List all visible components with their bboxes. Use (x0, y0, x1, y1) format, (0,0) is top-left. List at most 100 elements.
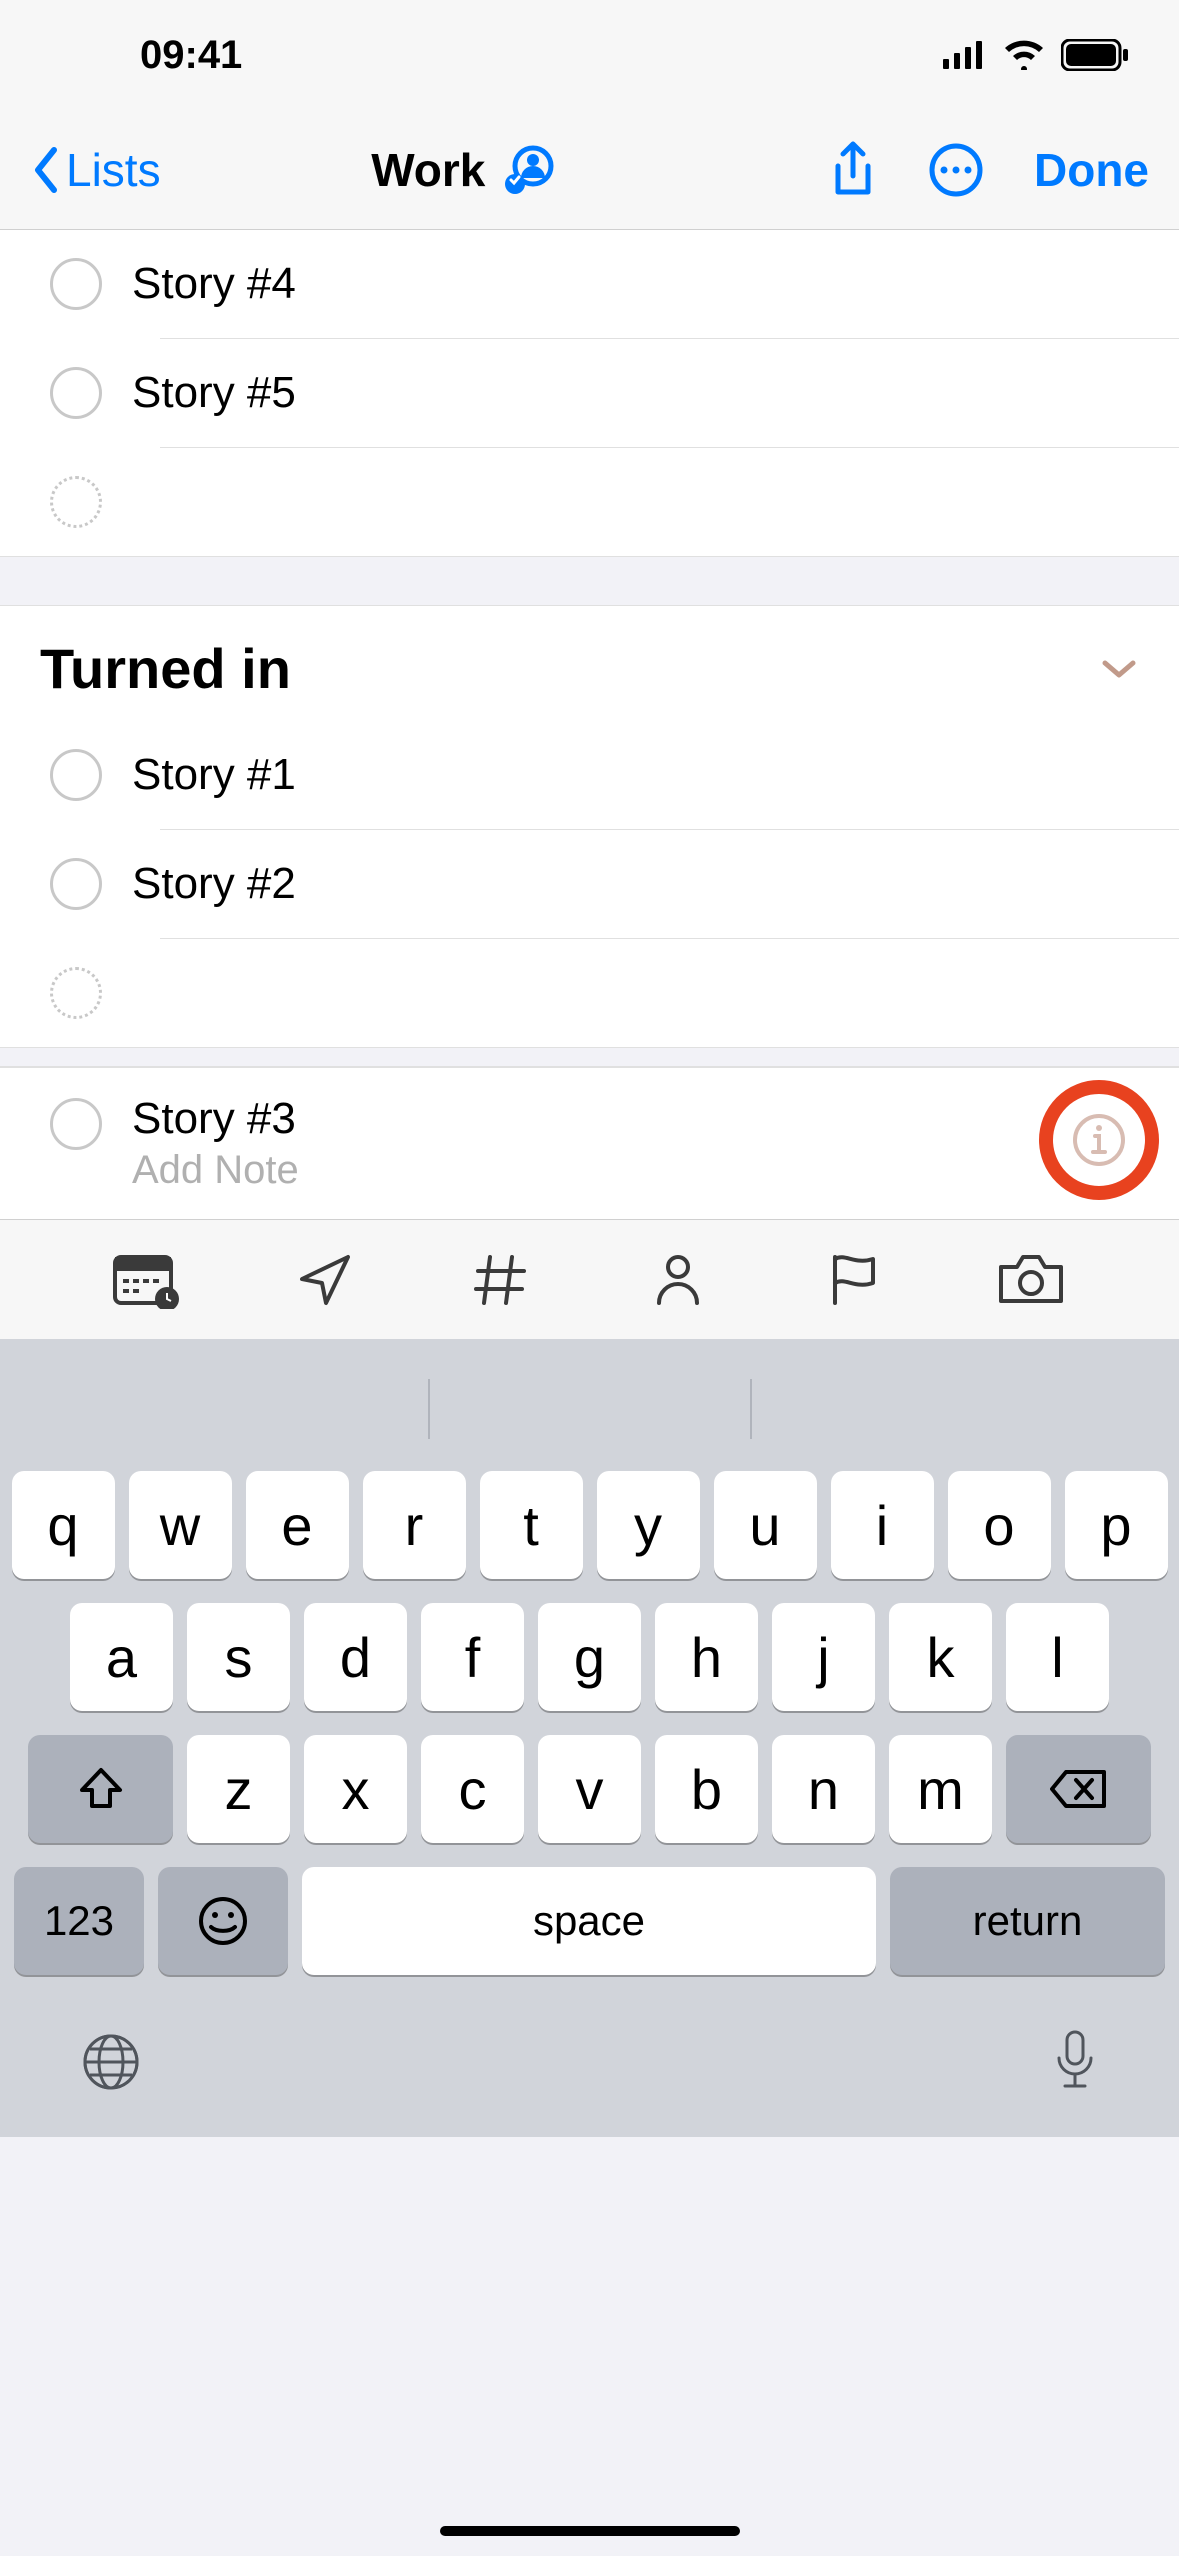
person-icon (649, 1251, 707, 1309)
key-row-4: 123 space return (0, 1855, 1179, 1987)
home-indicator[interactable] (440, 2526, 740, 2536)
section-list: Story #1 Story #2 (0, 721, 1179, 1047)
suggestion-divider (750, 1379, 752, 1439)
battery-icon (1061, 39, 1129, 71)
reminder-item[interactable]: Story #1 (0, 721, 1179, 829)
key-z[interactable]: z (187, 1735, 290, 1843)
reminders-list: Story #4 Story #5 (0, 230, 1179, 556)
completion-circle[interactable] (50, 858, 102, 910)
key-h[interactable]: h (655, 1603, 758, 1711)
done-button[interactable]: Done (1034, 143, 1149, 197)
tag-button[interactable] (461, 1251, 541, 1309)
placeholder-circle (50, 967, 102, 1019)
flag-button[interactable] (814, 1251, 894, 1309)
key-r[interactable]: r (363, 1471, 466, 1579)
key-l[interactable]: l (1006, 1603, 1109, 1711)
assign-button[interactable] (638, 1251, 718, 1309)
suggestion-divider (428, 1379, 430, 1439)
emoji-icon (197, 1895, 249, 1947)
shift-key[interactable] (28, 1735, 173, 1843)
key-a[interactable]: a (70, 1603, 173, 1711)
space-key[interactable]: space (302, 1867, 876, 1975)
backspace-icon (1050, 1768, 1108, 1810)
camera-icon (997, 1253, 1065, 1307)
calendar-icon (113, 1251, 183, 1309)
key-q[interactable]: q (12, 1471, 115, 1579)
section-separator (0, 1047, 1179, 1067)
section-separator (0, 556, 1179, 606)
key-j[interactable]: j (772, 1603, 875, 1711)
reminder-title[interactable]: Story #3 (132, 1094, 1139, 1144)
key-u[interactable]: u (714, 1471, 817, 1579)
key-v[interactable]: v (538, 1735, 641, 1843)
completion-circle[interactable] (50, 1098, 102, 1150)
key-m[interactable]: m (889, 1735, 992, 1843)
share-icon[interactable] (828, 140, 878, 200)
key-n[interactable]: n (772, 1735, 875, 1843)
key-g[interactable]: g (538, 1603, 641, 1711)
key-t[interactable]: t (480, 1471, 583, 1579)
key-y[interactable]: y (597, 1471, 700, 1579)
new-reminder-placeholder[interactable] (0, 939, 1179, 1047)
key-e[interactable]: e (246, 1471, 349, 1579)
suggestion-bar[interactable] (0, 1359, 1179, 1459)
date-button[interactable] (108, 1251, 188, 1309)
numbers-key[interactable]: 123 (14, 1867, 144, 1975)
key-c[interactable]: c (421, 1735, 524, 1843)
flag-icon (825, 1251, 883, 1309)
shift-icon (76, 1764, 126, 1814)
info-icon[interactable] (1071, 1112, 1127, 1168)
reminder-toolbar (0, 1219, 1179, 1339)
reminder-title: Story #5 (132, 368, 296, 418)
new-reminder-placeholder[interactable] (0, 448, 1179, 556)
key-row-2: a s d f g h j k l (0, 1591, 1179, 1723)
globe-icon[interactable] (80, 2031, 142, 2093)
key-row-1: q w e r t y u i o p (0, 1459, 1179, 1591)
key-i[interactable]: i (831, 1471, 934, 1579)
more-icon[interactable] (928, 142, 984, 198)
status-time: 09:41 (140, 33, 242, 78)
emoji-key[interactable] (158, 1867, 288, 1975)
completion-circle[interactable] (50, 258, 102, 310)
key-b[interactable]: b (655, 1735, 758, 1843)
reminder-item[interactable]: Story #4 (0, 230, 1179, 338)
placeholder-circle (50, 476, 102, 528)
key-s[interactable]: s (187, 1603, 290, 1711)
mic-icon[interactable] (1051, 2028, 1099, 2096)
add-note-field[interactable]: Add Note (132, 1148, 1139, 1193)
key-x[interactable]: x (304, 1735, 407, 1843)
section-title: Turned in (40, 636, 291, 701)
key-o[interactable]: o (948, 1471, 1051, 1579)
completion-circle[interactable] (50, 367, 102, 419)
backspace-key[interactable] (1006, 1735, 1151, 1843)
status-indicators (943, 39, 1129, 71)
wifi-icon (1003, 40, 1045, 70)
shared-icon[interactable] (501, 142, 557, 198)
keyboard: q w e r t y u i o p a s d f g h j k l z … (0, 1339, 1179, 2137)
return-key[interactable]: return (890, 1867, 1165, 1975)
nav-title-area: Work (101, 142, 828, 198)
key-f[interactable]: f (421, 1603, 524, 1711)
reminder-title: Story #4 (132, 259, 296, 309)
chevron-left-icon (30, 146, 62, 194)
reminder-title: Story #2 (132, 859, 296, 909)
reminder-title: Story #1 (132, 750, 296, 800)
cellular-icon (943, 41, 987, 69)
list-title: Work (371, 143, 485, 197)
key-k[interactable]: k (889, 1603, 992, 1711)
editing-reminder[interactable]: Story #3 Add Note (0, 1067, 1179, 1219)
key-d[interactable]: d (304, 1603, 407, 1711)
camera-button[interactable] (991, 1253, 1071, 1307)
status-bar: 09:41 (0, 0, 1179, 110)
completion-circle[interactable] (50, 749, 102, 801)
chevron-down-icon[interactable] (1099, 657, 1139, 681)
reminder-item[interactable]: Story #5 (0, 339, 1179, 447)
location-icon (296, 1251, 354, 1309)
location-button[interactable] (285, 1251, 365, 1309)
info-button-highlight (1039, 1080, 1159, 1200)
key-row-3: z x c v b n m (0, 1723, 1179, 1855)
section-header[interactable]: Turned in (0, 606, 1179, 721)
key-w[interactable]: w (129, 1471, 232, 1579)
key-p[interactable]: p (1065, 1471, 1168, 1579)
reminder-item[interactable]: Story #2 (0, 830, 1179, 938)
